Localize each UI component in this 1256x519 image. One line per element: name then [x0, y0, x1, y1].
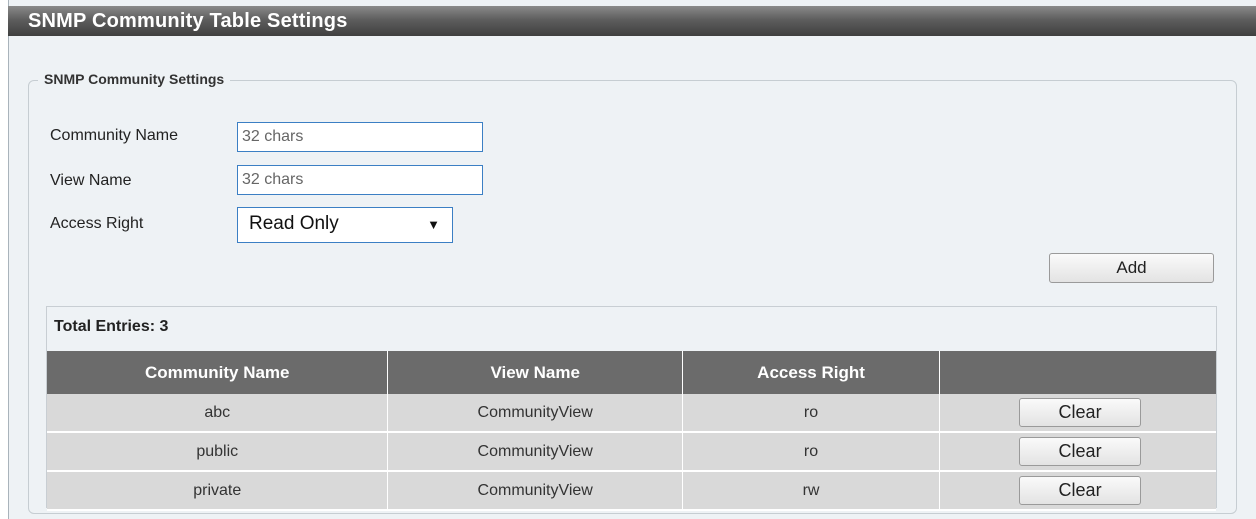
community-table: Community Name View Name Access Right ab… — [47, 351, 1216, 511]
table-row: public CommunityView ro Clear — [47, 432, 1216, 472]
cell-action: Clear — [939, 471, 1216, 511]
table-row: private CommunityView rw Clear — [47, 471, 1216, 511]
clear-button[interactable]: Clear — [1019, 437, 1142, 466]
community-name-label: Community Name — [50, 127, 179, 144]
access-right-label: Access Right — [50, 215, 144, 232]
clear-button[interactable]: Clear — [1019, 476, 1142, 505]
page-title: SNMP Community Table Settings — [8, 6, 1256, 36]
dropdown-arrow-icon: ▼ — [427, 217, 440, 232]
header-community-name: Community Name — [47, 351, 389, 394]
cell-community-name: private — [47, 471, 389, 511]
community-name-input[interactable] — [237, 122, 483, 152]
cell-access-right: ro — [682, 432, 941, 472]
cell-access-right: rw — [682, 471, 941, 511]
header-access-right: Access Right — [682, 351, 941, 394]
access-right-selected: Read Only — [249, 213, 339, 234]
view-name-input[interactable] — [237, 165, 483, 195]
cell-action: Clear — [939, 432, 1216, 472]
cell-community-name: abc — [47, 394, 389, 433]
cell-access-right: ro — [682, 394, 941, 433]
add-button[interactable]: Add — [1049, 253, 1214, 283]
header-action — [939, 351, 1216, 394]
table-row: abc CommunityView ro Clear — [47, 394, 1216, 433]
cell-action: Clear — [939, 394, 1216, 433]
cell-view-name: CommunityView — [387, 471, 683, 511]
header-view-name: View Name — [387, 351, 683, 394]
cell-view-name: CommunityView — [387, 394, 683, 433]
access-right-select[interactable]: Read Only ▼ — [237, 207, 453, 243]
cell-view-name: CommunityView — [387, 432, 683, 472]
total-entries: Total Entries: 3 — [54, 318, 169, 335]
view-name-label: View Name — [50, 172, 132, 189]
table-header-row: Community Name View Name Access Right — [47, 351, 1216, 394]
section-legend: SNMP Community Settings — [38, 71, 231, 87]
clear-button[interactable]: Clear — [1019, 398, 1142, 427]
cell-community-name: public — [47, 432, 389, 472]
